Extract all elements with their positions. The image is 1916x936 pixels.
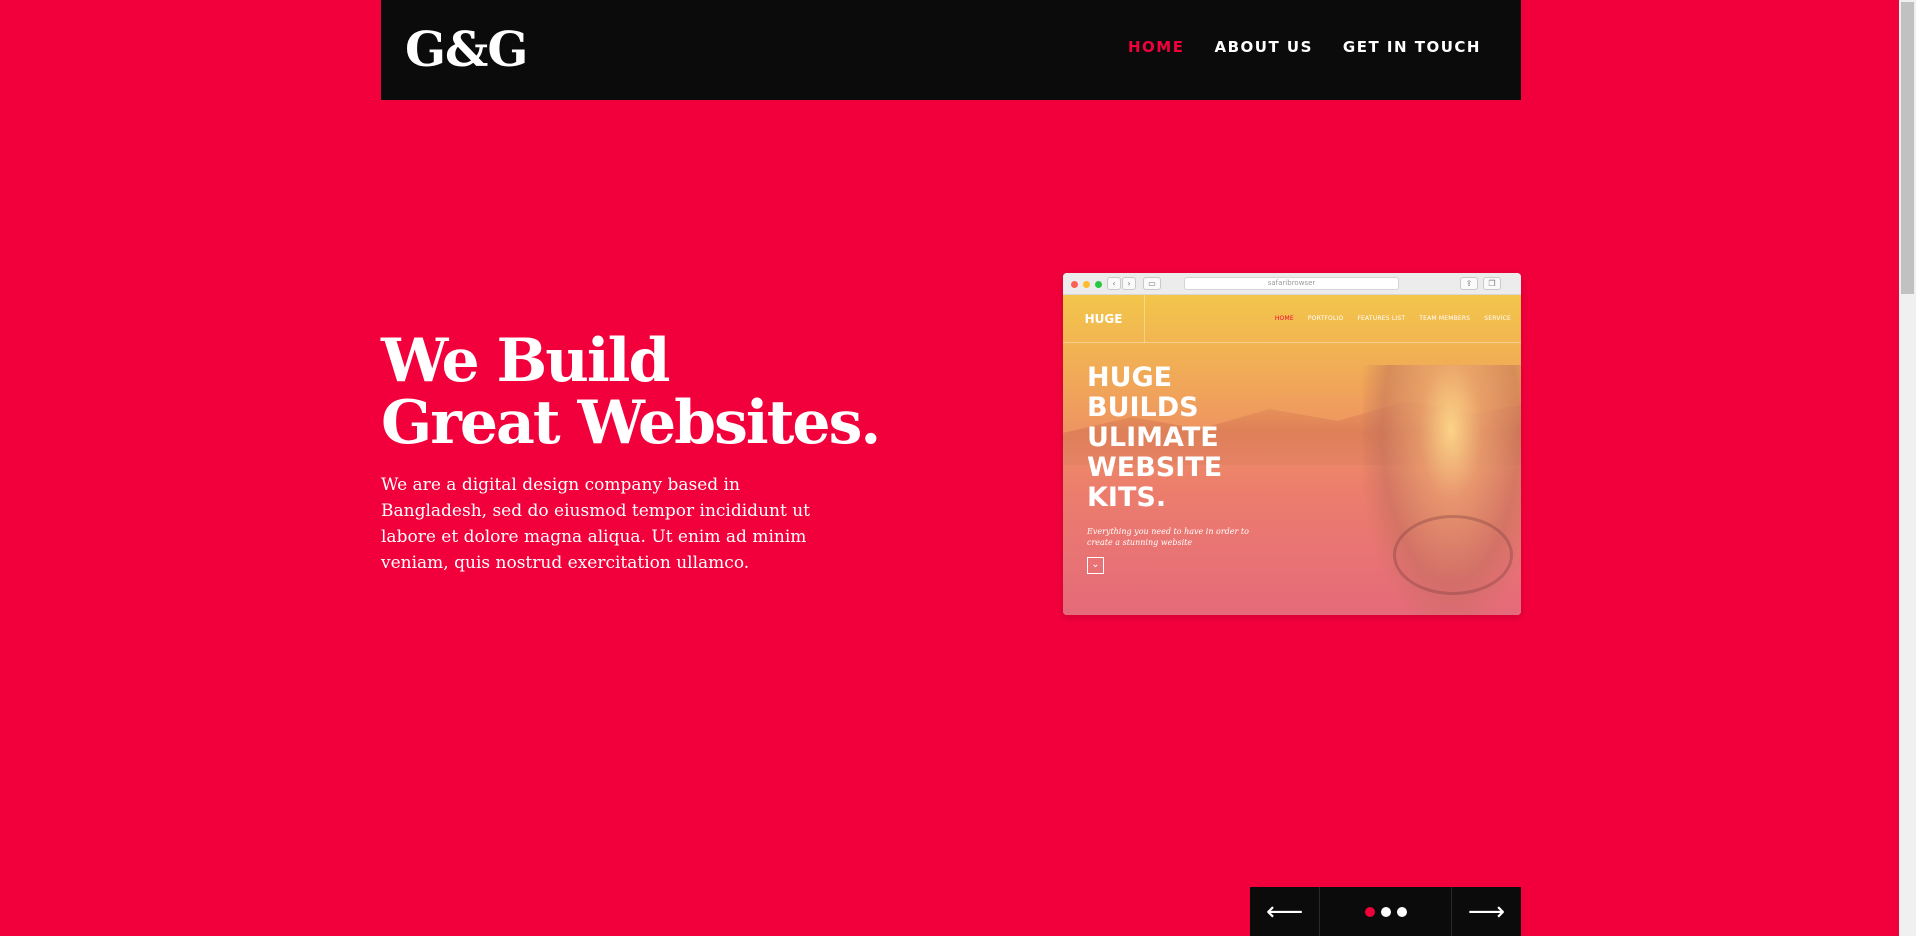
hero-title: We Build Great Websites. — [381, 330, 901, 454]
slider-next-button[interactable]: ⟶ — [1451, 887, 1521, 936]
mockup-brand: HUGE — [1063, 295, 1145, 343]
nav-about-us[interactable]: ABOUT US — [1214, 38, 1312, 56]
mockup-headline-line: HUGE — [1087, 362, 1173, 393]
mockup-photo-bike — [1393, 515, 1513, 595]
arrow-left-icon: ⟵ — [1265, 896, 1304, 927]
mockup-nav-links: HOME PORTFOLIO FEATURES LIST TEAM MEMBER… — [1275, 315, 1511, 322]
mockup-nav: HUGE HOME PORTFOLIO FEATURES LIST TEAM M… — [1063, 295, 1521, 343]
site-header: G&G HOME ABOUT US GET IN TOUCH — [381, 0, 1521, 100]
back-icon: ‹ — [1107, 277, 1121, 290]
mockup-headline-line: BUILDS — [1087, 392, 1199, 423]
logo[interactable]: G&G — [405, 22, 528, 78]
mockup-nav-item: TEAM MEMBERS — [1419, 315, 1471, 322]
mockup-scroll-down-icon: ⌄ — [1087, 557, 1104, 574]
hero-title-line-2: Great Websites. — [381, 388, 881, 458]
slider-controls: ⟵ ⟶ — [1250, 887, 1521, 936]
mockup-nav-item: SERVICE — [1484, 315, 1511, 322]
nav-home[interactable]: HOME — [1128, 38, 1184, 56]
mockup-headline-line: KITS. — [1087, 482, 1167, 513]
mockup-nav-item: HOME — [1274, 315, 1294, 322]
arrow-right-icon: ⟶ — [1467, 896, 1506, 927]
tabs-icon: ❐ — [1483, 277, 1501, 290]
hero-description: We are a digital design company based in… — [381, 475, 810, 573]
mockup-page: HUGE HOME PORTFOLIO FEATURES LIST TEAM M… — [1063, 295, 1521, 615]
nav-get-in-touch[interactable]: GET IN TOUCH — [1343, 38, 1481, 56]
mockup-nav-item: PORTFOLIO — [1307, 315, 1344, 322]
mockup-subtext: Everything you need to have in order to … — [1087, 527, 1249, 547]
forward-icon: › — [1122, 277, 1136, 290]
slider-dot-3[interactable] — [1396, 906, 1407, 917]
slider-pagination — [1320, 887, 1451, 936]
slider-dot-1[interactable] — [1364, 906, 1375, 917]
scrollbar-thumb[interactable] — [1901, 2, 1914, 294]
hero-title-line-1: We Build — [381, 326, 670, 396]
maximize-dot-icon — [1095, 281, 1102, 288]
page-scrollbar[interactable] — [1899, 0, 1916, 936]
sidebar-icon: ▭ — [1143, 277, 1161, 290]
browser-mockup-image: ‹ › ▭ safaribrowser ⇪ ❐ HUGE HOME PORTFO… — [1063, 273, 1521, 615]
minimize-dot-icon — [1083, 281, 1090, 288]
slider-prev-button[interactable]: ⟵ — [1250, 887, 1320, 936]
mockup-nav-item: FEATURES LIST — [1357, 315, 1406, 322]
main-nav: HOME ABOUT US GET IN TOUCH — [1128, 38, 1481, 56]
mockup-headline: HUGE BUILDS ULIMATE WEBSITE KITS. — [1087, 363, 1287, 513]
mockup-toolbar: ‹ › ▭ safaribrowser ⇪ ❐ — [1063, 273, 1521, 295]
mockup-url-bar: safaribrowser — [1184, 277, 1399, 290]
mockup-headline-line: ULIMATE — [1087, 422, 1219, 453]
close-dot-icon — [1071, 281, 1078, 288]
share-icon: ⇪ — [1460, 277, 1478, 290]
mockup-headline-line: WEBSITE — [1087, 452, 1223, 483]
slider-dot-2[interactable] — [1380, 906, 1391, 917]
